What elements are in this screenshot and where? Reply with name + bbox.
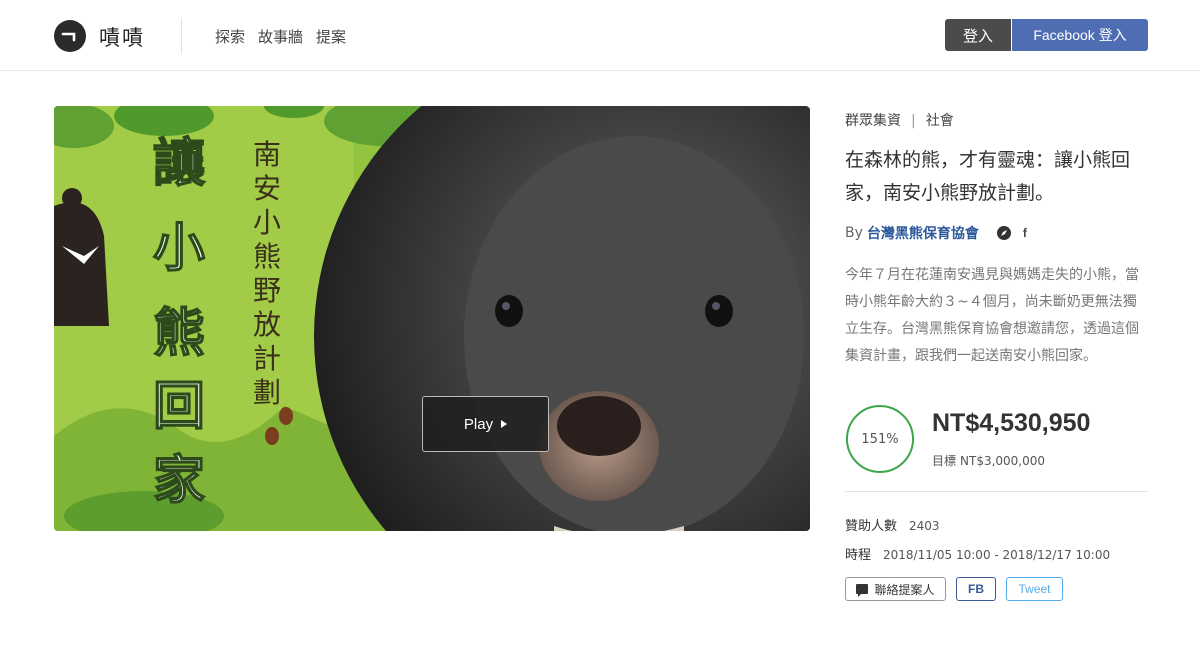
svg-text:計: 計 <box>253 342 281 375</box>
chat-icon <box>856 584 869 597</box>
category-crowdfunding[interactable]: 群眾集資 <box>845 113 901 129</box>
project-description: 今年７月在花蓮南安遇見與媽媽走失的小熊，當時小熊年齡大約３~４個月，尚未斷奶更無… <box>845 267 1139 364</box>
funding-progress-ring: 151% <box>845 404 915 474</box>
goal-label: 目標 <box>932 454 957 468</box>
svg-text:家: 家 <box>153 450 205 511</box>
svg-text:熊: 熊 <box>153 303 205 364</box>
tweet-button[interactable]: Tweet <box>1006 577 1063 601</box>
svg-text:回: 回 <box>153 376 205 437</box>
project-category: 群眾集資 | 社會 <box>845 110 954 130</box>
period-row: 時程 2018/11/05 10:00 - 2018/12/17 10:00 <box>845 544 1110 563</box>
svg-text:讓: 讓 <box>153 133 206 194</box>
svg-text:安: 安 <box>253 172 281 205</box>
funding-goal: 目標 NT$3,000,000 <box>932 452 1045 469</box>
backers-label: 贊助人數 <box>845 519 898 534</box>
compass-icon[interactable] <box>996 226 1011 240</box>
main-nav: 探索 故事牆 提案 <box>215 26 346 47</box>
project-title: 在森林的熊，才有靈魂：讓小熊回家，南安小熊野放計劃。 <box>845 149 1131 204</box>
progress-percent: 151% <box>861 431 899 447</box>
play-label: Play <box>463 415 494 433</box>
contact-owner-button[interactable]: 聯絡提案人 <box>845 577 946 601</box>
svg-text:野: 野 <box>253 274 281 307</box>
nav-explore[interactable]: 探索 <box>215 26 245 47</box>
video-poster-image: 讓 小 熊 回 家 南 安 小 熊 野 放 計 劃 <box>54 106 810 531</box>
facebook-login-button[interactable]: Facebook 登入 <box>1012 19 1148 51</box>
by-prefix: By <box>845 225 863 241</box>
site-header: 嘖嘖 探索 故事牆 提案 登入 Facebook 登入 <box>0 0 1200 71</box>
period-label: 時程 <box>845 548 872 563</box>
owner-link[interactable]: 台灣黑熊保育協會 <box>867 223 979 243</box>
svg-text:小: 小 <box>153 218 205 279</box>
site-logo-text[interactable]: 嘖嘖 <box>99 22 145 52</box>
nav-propose[interactable]: 提案 <box>316 26 346 47</box>
svg-text:劃: 劃 <box>253 376 281 409</box>
action-buttons: 聯絡提案人 FB Tweet <box>845 577 1063 601</box>
login-button[interactable]: 登入 <box>945 19 1011 51</box>
nav-story-wall[interactable]: 故事牆 <box>258 26 303 47</box>
logo-mark-icon[interactable] <box>54 20 86 52</box>
svg-text:放: 放 <box>253 308 281 341</box>
project-video[interactable]: 讓 小 熊 回 家 南 安 小 熊 野 放 計 劃 Play <box>54 106 810 531</box>
facebook-share-button[interactable]: FB <box>956 577 996 601</box>
svg-text:熊: 熊 <box>253 240 281 273</box>
play-button[interactable]: Play <box>422 396 549 452</box>
category-separator: | <box>911 113 916 129</box>
backers-value: 2403 <box>909 519 940 533</box>
backers-row: 贊助人數 2403 <box>845 515 940 534</box>
project-owner: By 台灣黑熊保育協會 f <box>845 223 1027 243</box>
svg-text:南: 南 <box>253 138 281 171</box>
goal-value: NT$3,000,000 <box>960 454 1046 468</box>
period-value: 2018/11/05 10:00 - 2018/12/17 10:00 <box>883 548 1111 562</box>
facebook-icon[interactable]: f <box>1023 226 1027 240</box>
play-icon <box>501 420 508 428</box>
category-tag[interactable]: 社會 <box>926 113 954 129</box>
header-divider <box>181 18 182 54</box>
contact-owner-label: 聯絡提案人 <box>874 582 935 597</box>
divider <box>845 491 1148 492</box>
svg-text:小: 小 <box>253 206 281 239</box>
funded-amount: NT$4,530,950 <box>932 409 1091 437</box>
